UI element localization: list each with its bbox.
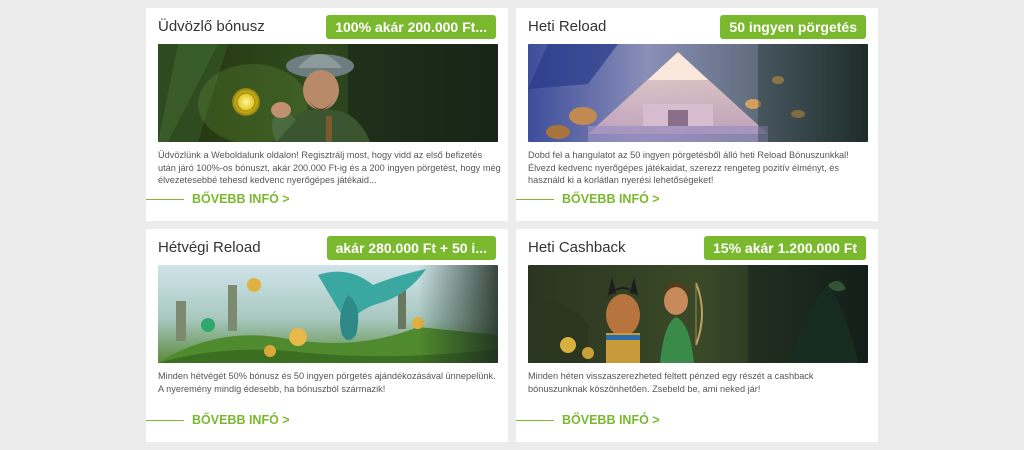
promo-card-title: Heti Cashback — [528, 239, 626, 256]
promo-badge: akár 280.000 Ft + 50 i... — [326, 236, 496, 260]
more-info-link[interactable]: BŐVEBB INFÓ > — [192, 413, 290, 427]
promo-description: Üdvözlünk a Weboldalunk oldalon! Regiszt… — [158, 150, 501, 185]
promo-card-welcome-bonus: Üdvözlő bónusz 100% akár 200.000 Ft... Ü… — [146, 8, 508, 221]
promo-description: Dobd fel a hangulatot az 50 ingyen pörge… — [528, 150, 849, 185]
more-divider — [146, 420, 184, 421]
promo-card-title: Heti Reload — [528, 18, 607, 35]
promo-banner-image — [158, 265, 498, 363]
promo-banner-image — [528, 44, 868, 142]
promo-badge: 15% akár 1.200.000 Ft — [704, 236, 866, 260]
more-info-link[interactable]: BŐVEBB INFÓ > — [192, 192, 290, 206]
promo-banner-image — [158, 44, 498, 142]
promo-description: Minden héten visszaszerezheted feltett p… — [528, 371, 814, 394]
promo-card-weekend-reload: Hétvégi Reload akár 280.000 Ft + 50 i... — [146, 229, 508, 442]
more-divider — [146, 199, 184, 200]
promo-card-title: Hétvégi Reload — [158, 239, 261, 256]
promo-description: Minden hétvégét 50% bónusz és 50 ingyen … — [158, 371, 496, 394]
promo-badge: 50 ingyen pörgetés — [720, 15, 866, 39]
promo-card-weekly-reload: Heti Reload 50 ingyen pörgetés Dobd fel … — [516, 8, 878, 221]
more-divider — [516, 420, 554, 421]
promo-card-title: Üdvözlő bónusz — [158, 18, 265, 35]
promo-banner-image — [528, 265, 868, 363]
more-info-link[interactable]: BŐVEBB INFÓ > — [562, 413, 660, 427]
more-info-link[interactable]: BŐVEBB INFÓ > — [562, 192, 660, 206]
more-divider — [516, 199, 554, 200]
promo-card-weekly-cashback: Heti Cashback 15% akár 1.200.000 Ft Mind… — [516, 229, 878, 442]
promo-badge: 100% akár 200.000 Ft... — [326, 15, 496, 39]
